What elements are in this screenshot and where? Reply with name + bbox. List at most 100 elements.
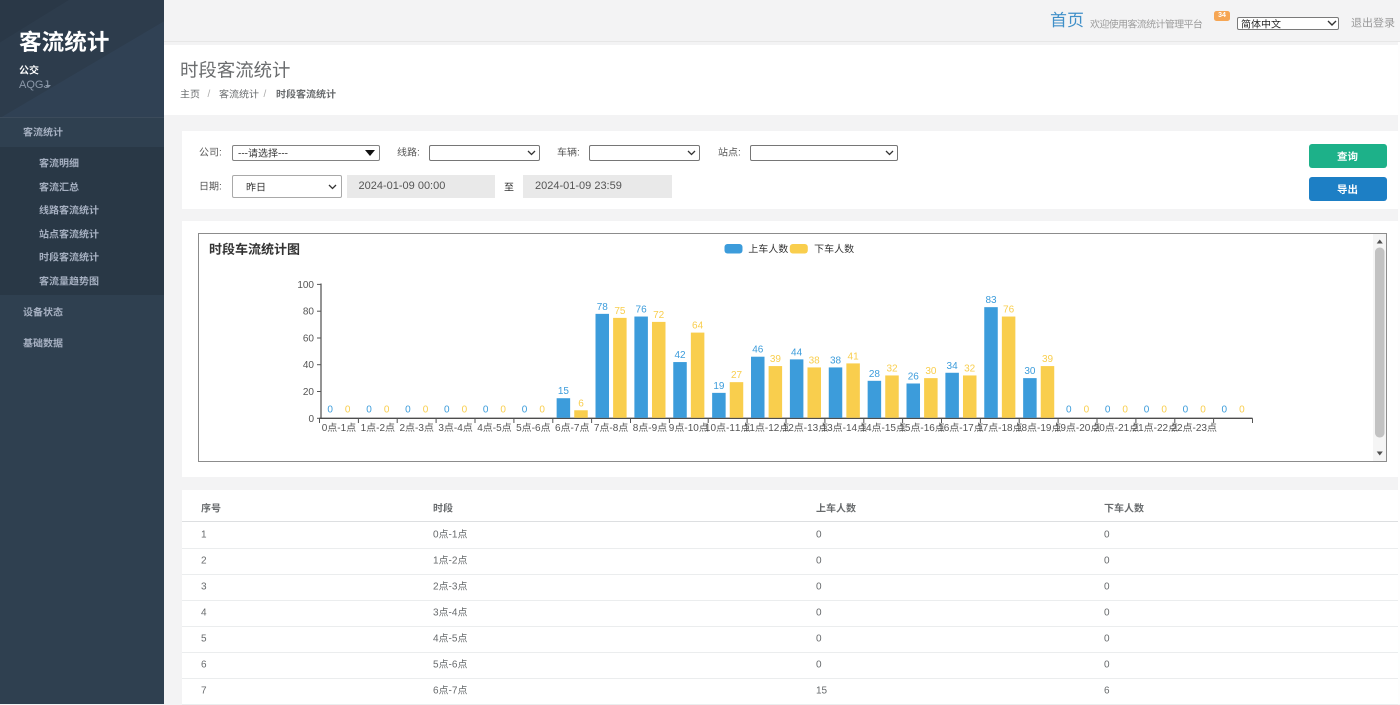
svg-text:0: 0: [816, 530, 822, 541]
svg-text:2: 2: [201, 556, 207, 567]
svg-text:0: 0: [500, 404, 506, 415]
svg-text:6: 6: [943, 423, 949, 434]
svg-text:1: 1: [340, 423, 346, 434]
svg-text:39: 39: [769, 354, 781, 365]
svg-text::: :: [577, 148, 580, 159]
svg-text:3: 3: [452, 582, 458, 593]
svg-text:5: 5: [516, 423, 522, 434]
svg-text:4: 4: [433, 634, 439, 645]
svg-text:0: 0: [321, 423, 327, 434]
svg-text:1: 1: [452, 530, 458, 541]
svg-text:0: 0: [366, 404, 372, 415]
svg-text:2: 2: [452, 556, 458, 567]
svg-text:44: 44: [791, 347, 803, 358]
svg-text:4: 4: [477, 423, 483, 434]
svg-text:75: 75: [614, 306, 626, 317]
svg-text:0: 0: [1104, 634, 1110, 645]
svg-text:15: 15: [557, 386, 569, 397]
svg-text:2: 2: [788, 423, 794, 434]
svg-text:1: 1: [201, 530, 207, 541]
svg-text:2: 2: [773, 423, 779, 434]
svg-text:0: 0: [1104, 582, 1110, 593]
svg-text:5: 5: [452, 634, 458, 645]
svg-text:4: 4: [851, 423, 857, 434]
svg-text:9: 9: [1060, 423, 1066, 434]
svg-text:8: 8: [632, 423, 638, 434]
svg-text:6: 6: [433, 686, 439, 697]
svg-text:3: 3: [201, 582, 207, 593]
svg-text:34: 34: [946, 361, 958, 372]
svg-text:9: 9: [651, 423, 657, 434]
svg-text:64: 64: [692, 321, 704, 332]
svg-text:8: 8: [1021, 423, 1027, 434]
svg-text:30: 30: [1024, 366, 1036, 377]
svg-text:42: 42: [674, 350, 686, 361]
svg-text::: :: [417, 148, 420, 159]
svg-text:2: 2: [399, 423, 405, 434]
svg-text:2: 2: [1176, 423, 1182, 434]
svg-text:5: 5: [822, 686, 828, 697]
svg-text:76: 76: [1003, 305, 1015, 316]
svg-text:0: 0: [816, 634, 822, 645]
svg-text::: :: [219, 148, 222, 159]
svg-text:46: 46: [752, 345, 764, 356]
svg-text::: :: [738, 148, 741, 159]
svg-text:78: 78: [596, 302, 608, 313]
svg-text:0: 0: [1221, 404, 1227, 415]
svg-text:4: 4: [452, 608, 458, 619]
svg-text:0: 0: [1200, 404, 1206, 415]
svg-text:1: 1: [734, 423, 740, 434]
svg-text:2: 2: [1162, 423, 1168, 434]
svg-text:5: 5: [890, 423, 896, 434]
svg-text:39: 39: [1041, 354, 1053, 365]
svg-text:80: 80: [302, 307, 314, 318]
svg-text:6: 6: [554, 423, 560, 434]
svg-text:0: 0: [1104, 608, 1110, 619]
svg-text:4: 4: [457, 423, 463, 434]
svg-text:1: 1: [749, 423, 755, 434]
svg-text:5: 5: [433, 660, 439, 671]
svg-text:100: 100: [297, 280, 314, 291]
svg-text:41: 41: [847, 351, 859, 362]
svg-text:5: 5: [496, 423, 502, 434]
svg-text:-: -: [245, 148, 248, 159]
svg-text:5: 5: [904, 423, 910, 434]
svg-text:32: 32: [964, 364, 976, 375]
svg-text:0: 0: [816, 660, 822, 671]
svg-text::: :: [219, 182, 222, 193]
svg-text:7: 7: [968, 423, 974, 434]
svg-text:2: 2: [379, 423, 385, 434]
svg-text:0: 0: [1099, 423, 1105, 434]
svg-text:0: 0: [1161, 404, 1167, 415]
svg-text:9: 9: [1045, 423, 1051, 434]
svg-text:76: 76: [635, 305, 647, 316]
svg-text:0: 0: [816, 608, 822, 619]
svg-text:3: 3: [438, 423, 444, 434]
svg-text:38: 38: [829, 355, 841, 366]
svg-text:2: 2: [433, 582, 439, 593]
svg-text:0: 0: [327, 404, 333, 415]
svg-text:6: 6: [534, 423, 540, 434]
svg-text:8: 8: [1007, 423, 1013, 434]
svg-text:1: 1: [1123, 423, 1129, 434]
svg-text:27: 27: [730, 370, 742, 381]
svg-text:72: 72: [653, 310, 665, 321]
svg-text:0: 0: [1104, 530, 1110, 541]
svg-text:83: 83: [985, 295, 997, 306]
svg-text:0: 0: [1122, 404, 1128, 415]
svg-text:30: 30: [925, 366, 937, 377]
svg-text:1: 1: [360, 423, 366, 434]
svg-text:40: 40: [302, 360, 314, 371]
svg-text:0: 0: [308, 414, 314, 425]
svg-text:0: 0: [383, 404, 389, 415]
svg-text:0: 0: [344, 404, 350, 415]
svg-text:0: 0: [1083, 404, 1089, 415]
svg-text:0: 0: [405, 404, 411, 415]
svg-text:0: 0: [1066, 404, 1072, 415]
svg-text:0: 0: [482, 404, 488, 415]
svg-text:0: 0: [816, 556, 822, 567]
svg-text:0: 0: [1084, 423, 1090, 434]
svg-text:6: 6: [201, 660, 207, 671]
svg-text:4: 4: [201, 608, 207, 619]
svg-text:4: 4: [865, 423, 871, 434]
